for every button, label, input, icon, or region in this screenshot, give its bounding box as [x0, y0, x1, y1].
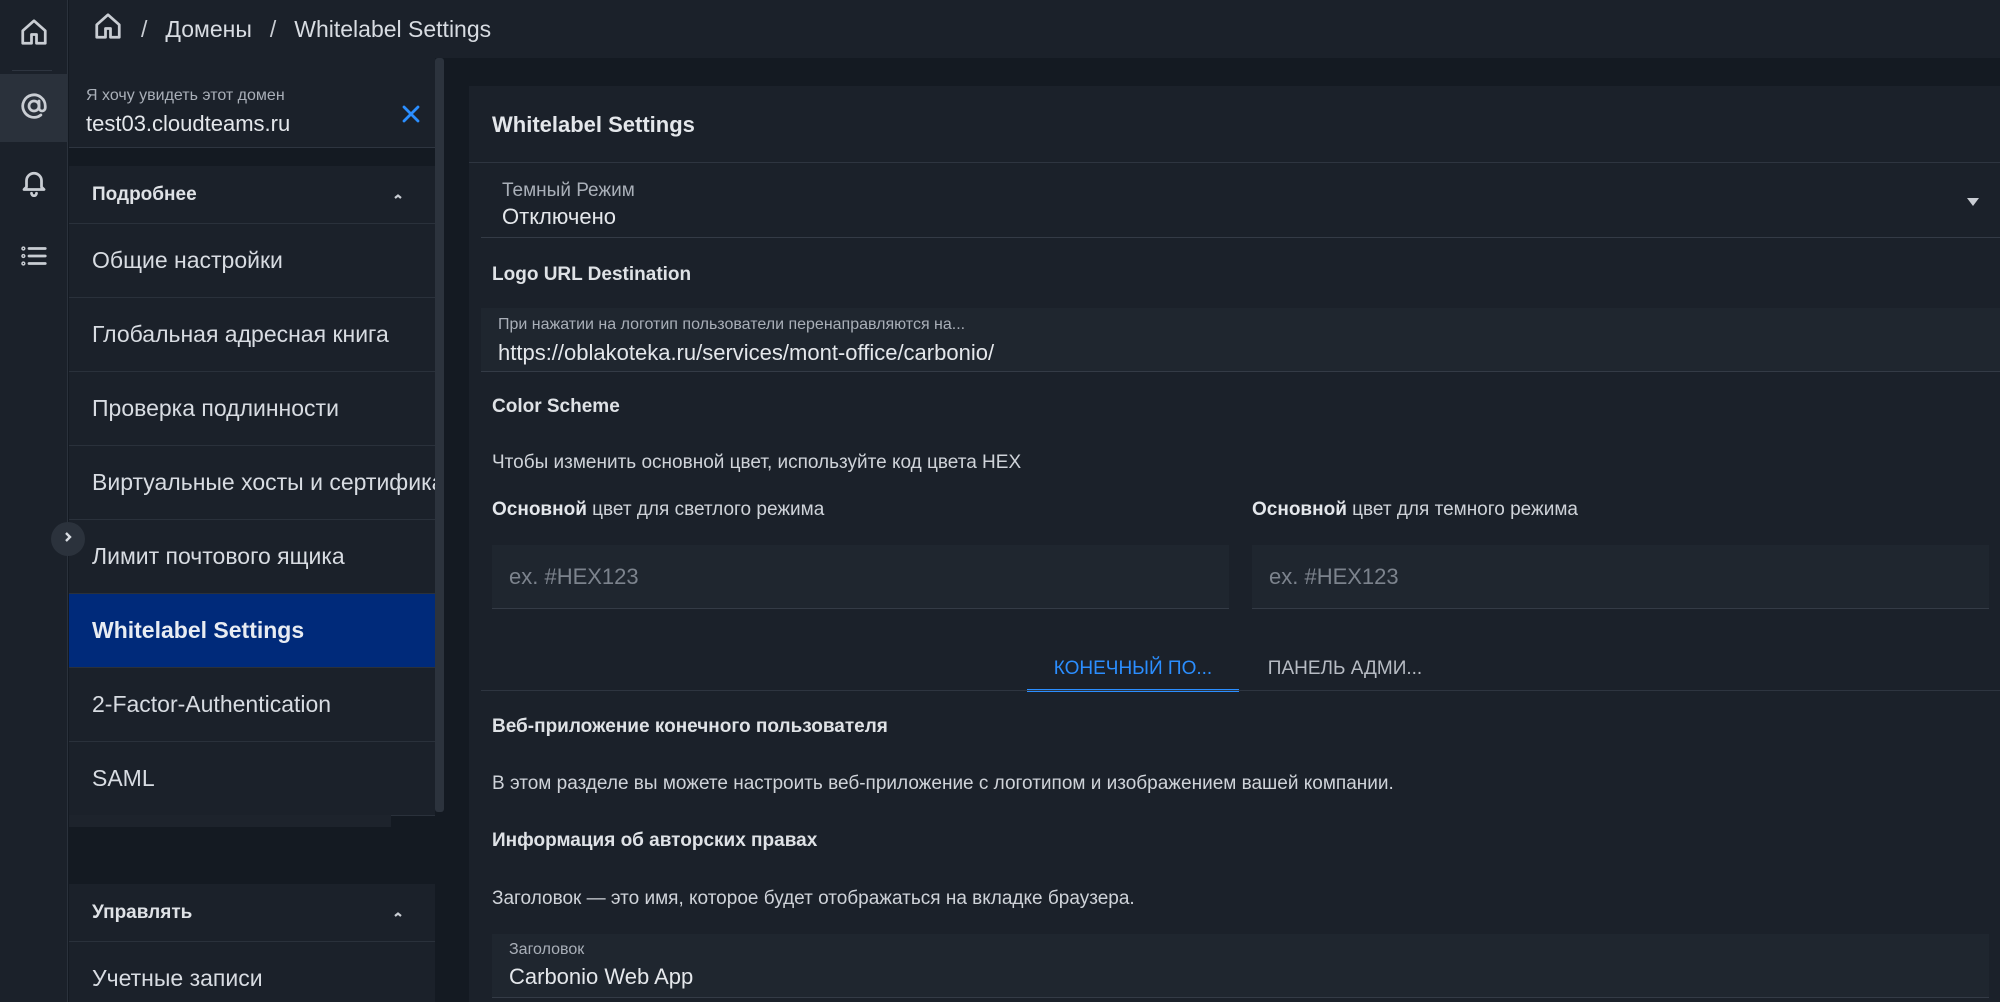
copyright-description: Заголовок — это имя, которое будет отобр… [492, 888, 1135, 909]
browser-title-value[interactable]: Carbonio Web App [509, 964, 1989, 990]
dark-color-label-bold: Основной [1252, 499, 1347, 520]
rail-divider [12, 70, 52, 71]
light-color-label-rest: цвет для светлого режима [586, 499, 825, 520]
sidebar-item-gal[interactable]: Глобальная адресная книга [69, 298, 435, 372]
copyright-heading: Информация об авторских правах [492, 830, 818, 851]
close-icon[interactable] [399, 102, 423, 126]
sidebar-scrollbar[interactable] [435, 58, 444, 812]
group-details-label: Подробнее [92, 183, 197, 205]
tab-admin-panel[interactable]: ПАНЕЛЬ АДМИ... [1239, 652, 1451, 692]
dark-mode-value: Отключено [502, 204, 616, 229]
browser-title-label: Заголовок [509, 941, 585, 958]
tabs-divider [481, 690, 2000, 691]
breadcrumb-domains[interactable]: Домены [165, 16, 251, 43]
domains-rail-button[interactable] [0, 74, 68, 142]
logo-url-value[interactable]: https://oblakoteka.ru/services/mont-offi… [498, 340, 2000, 366]
sidebar-horizontal-scrollbar[interactable] [69, 815, 391, 827]
divider [469, 162, 2000, 163]
browser-title-field[interactable]: Заголовок Carbonio Web App [492, 934, 1989, 998]
sidebar-item-virtual-hosts[interactable]: Виртуальные хосты и сертифика [69, 446, 435, 520]
sidebar-item-accounts[interactable]: Учетные записи [69, 942, 435, 1002]
app-rail [0, 0, 68, 1002]
list-icon [19, 241, 49, 276]
breadcrumb-separator: / [269, 15, 277, 42]
group-manage-header[interactable]: Управлять [69, 884, 435, 942]
tab-end-user[interactable]: КОНЕЧНЫЙ ПО... [1027, 652, 1239, 692]
sidebar-item-2fa[interactable]: 2-Factor-Authentication [69, 668, 435, 742]
caret-down-icon[interactable] [1966, 194, 1980, 206]
webapp-description: В этом разделе вы можете настроить веб-п… [492, 773, 1394, 794]
light-color-label: Основной цвет для светлого режима [492, 499, 824, 521]
group-manage-label: Управлять [92, 901, 193, 923]
logo-url-field[interactable]: При нажатии на логотип пользователи пере… [481, 308, 2000, 372]
chevron-up-icon[interactable] [391, 188, 405, 202]
list-rail-button[interactable] [0, 224, 68, 292]
light-color-label-bold: Основной [492, 499, 587, 520]
webapp-heading: Веб-приложение конечного пользователя [492, 716, 888, 737]
sidebar-item-general[interactable]: Общие настройки [69, 224, 435, 298]
domain-picker-value[interactable]: test03.cloudteams.ru [86, 111, 435, 137]
domain-picker-label: Я хочу увидеть этот домен [86, 87, 285, 104]
group-details-header[interactable]: Подробнее [69, 166, 435, 224]
logo-url-heading: Logo URL Destination [492, 264, 692, 285]
dark-mode-select[interactable]: Темный Режим Отключено [481, 164, 2000, 238]
chevron-right-icon [62, 530, 74, 548]
dark-color-label-rest: цвет для темного режима [1346, 499, 1578, 520]
home-breadcrumb-icon[interactable] [93, 11, 123, 47]
bell-icon [19, 167, 49, 202]
color-scheme-hint: Чтобы изменить основной цвет, используйт… [492, 452, 1022, 473]
at-sign-icon [19, 91, 49, 126]
light-color-input[interactable] [492, 545, 1229, 609]
breadcrumb: / Домены / Whitelabel Settings [69, 0, 2000, 58]
logo-url-label: При нажатии на логотип пользователи пере… [498, 316, 966, 333]
dark-color-input[interactable] [1252, 545, 1989, 609]
dark-color-label: Основной цвет для темного режима [1252, 499, 1578, 521]
breadcrumb-separator: / [141, 15, 148, 42]
sidebar-item-mailbox-quota[interactable]: Лимит почтового ящика [69, 520, 435, 594]
domain-sidebar: Я хочу увидеть этот домен test03.cloudte… [69, 58, 444, 1002]
settings-panel: Whitelabel Settings Темный Режим Отключе… [469, 86, 2000, 1002]
sidebar-item-whitelabel[interactable]: Whitelabel Settings [69, 594, 435, 668]
home-rail-button[interactable] [0, 0, 68, 68]
breadcrumb-current: Whitelabel Settings [294, 15, 492, 42]
home-icon [19, 17, 49, 52]
page-title: Whitelabel Settings [492, 112, 695, 137]
domain-picker[interactable]: Я хочу увидеть этот домен test03.cloudte… [69, 58, 435, 148]
notifications-rail-button[interactable] [0, 150, 68, 218]
sidebar-collapse-button[interactable] [51, 522, 85, 556]
color-scheme-heading: Color Scheme [492, 396, 620, 417]
sidebar-item-saml[interactable]: SAML [69, 742, 435, 816]
chevron-up-icon[interactable] [391, 906, 405, 920]
dark-mode-label: Темный Режим [502, 180, 635, 201]
sidebar-item-authentication[interactable]: Проверка подлинности [69, 372, 435, 446]
